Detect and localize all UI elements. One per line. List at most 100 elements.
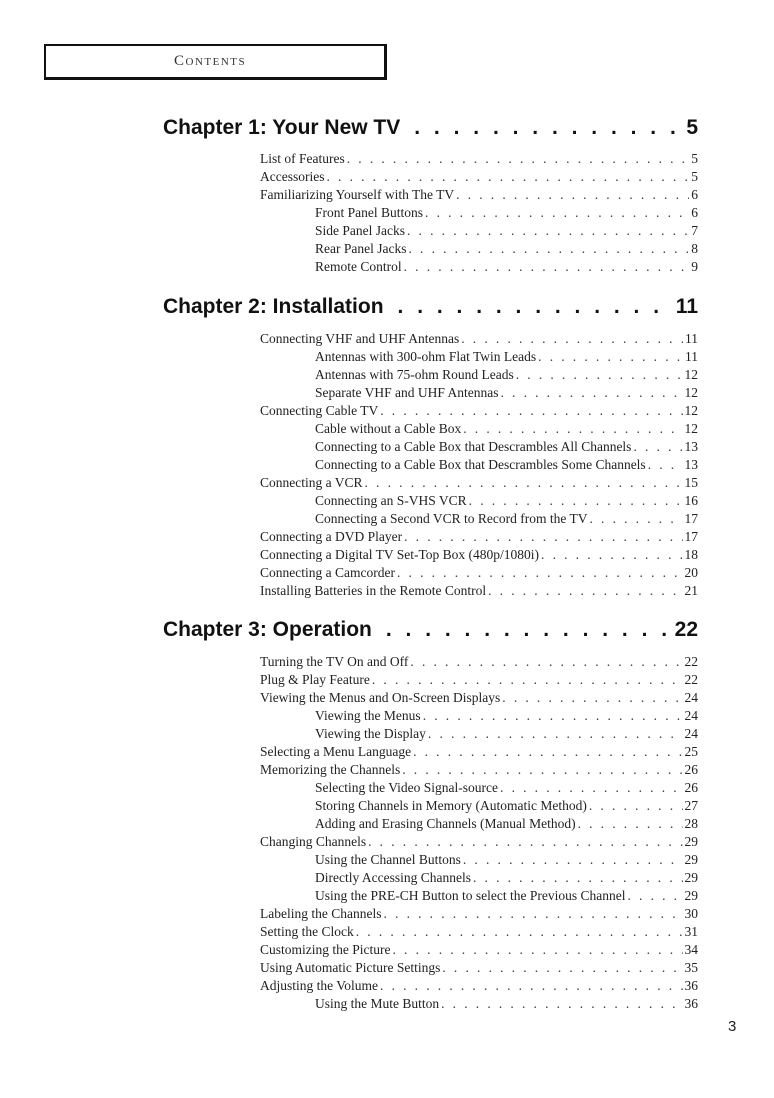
contents-title: Contents: [174, 53, 247, 69]
toc-entry[interactable]: Storing Channels in Memory (Automatic Me…: [315, 797, 698, 815]
toc-entry[interactable]: Viewing the Menus and On-Screen Displays…: [260, 689, 698, 707]
toc-entry[interactable]: Viewing the Display . . . . . . . . . . …: [315, 725, 698, 743]
entry-title: Setting the Clock: [260, 924, 354, 939]
entry-page: 17: [684, 511, 699, 526]
entry-title: Adding and Erasing Channels (Manual Meth…: [315, 816, 576, 831]
entry-title: Connecting to a Cable Box that Descrambl…: [315, 457, 646, 472]
toc-entry[interactable]: Installing Batteries in the Remote Contr…: [260, 582, 698, 600]
entry-page: 29: [684, 870, 699, 885]
dot-leader: . . . . . . . . . . . . . . . . . . . . …: [462, 852, 683, 867]
dot-leader: . . . . . . . . . . . . . . . . . . . . …: [538, 349, 683, 364]
toc-entry[interactable]: Front Panel Buttons . . . . . . . . . . …: [315, 204, 698, 222]
toc-entry[interactable]: Accessories . . . . . . . . . . . . . . …: [260, 168, 698, 186]
dot-leader: . . . . . . . . . . . . . . . . . . . . …: [425, 205, 689, 220]
entry-title: Plug & Play Feature: [260, 672, 370, 687]
entry-title: Connecting to a Cable Box that Descrambl…: [315, 439, 632, 454]
toc-entry[interactable]: Customizing the Picture . . . . . . . . …: [260, 941, 698, 959]
entry-title: Connecting a Camcorder: [260, 565, 395, 580]
toc-entry[interactable]: Connecting VHF and UHF Antennas . . . . …: [260, 330, 698, 348]
entry-page: 5: [691, 169, 698, 184]
entry-title: Viewing the Menus: [315, 708, 421, 723]
entry-title: Antennas with 75-ohm Round Leads: [315, 367, 514, 382]
dot-leader: . . . . . . . . . . . . . . . . . . . . …: [371, 672, 683, 687]
entry-page: 8: [691, 241, 698, 256]
entry-title: Adjusting the Volume: [260, 978, 379, 993]
chapter-heading[interactable]: Chapter 2: Installation . . . . . . . . …: [163, 295, 698, 325]
toc-entry[interactable]: Connecting an S-VHS VCR . . . . . . . . …: [315, 492, 698, 510]
entry-title: Connecting a Digital TV Set-Top Box (480…: [260, 547, 540, 562]
dot-leader: . . . . . . . . . . . . . . . . . . . . …: [396, 565, 683, 580]
dot-leader: . . . . . . . . . . . . . . . . . . . . …: [346, 151, 690, 166]
toc-entry[interactable]: Cable without a Cable Box . . . . . . . …: [315, 420, 698, 438]
toc-entry[interactable]: Using the PRE-CH Button to select the Pr…: [315, 887, 698, 905]
toc-entry[interactable]: Viewing the Menus . . . . . . . . . . . …: [315, 707, 698, 725]
dot-leader: . . . . . . . . . . . . . . . . . . . . …: [456, 187, 689, 202]
toc-entry[interactable]: Connecting a VCR . . . . . . . . . . . .…: [260, 474, 698, 492]
toc-entry[interactable]: Using the Channel Buttons . . . . . . . …: [315, 851, 698, 869]
toc-entry[interactable]: Selecting a Menu Language . . . . . . . …: [260, 743, 698, 761]
toc-entry[interactable]: Selecting the Video Signal-source . . . …: [315, 779, 698, 797]
entry-title: Connecting a DVD Player: [260, 529, 403, 544]
entry-title: Selecting a Menu Language: [260, 744, 412, 759]
dot-leader: . . . . . . . . . . . . . . . . . . . . …: [541, 547, 682, 562]
chapter-heading[interactable]: Chapter 3: Operation . . . . . . . . . .…: [163, 618, 698, 648]
toc-entry[interactable]: Memorizing the Channels . . . . . . . . …: [260, 761, 698, 779]
chapter-page: 5: [686, 116, 698, 139]
toc-entry[interactable]: Using the Mute Button . . . . . . . . . …: [315, 995, 698, 1013]
toc-entry[interactable]: Adjusting the Volume . . . . . . . . . .…: [260, 977, 698, 995]
entry-page: 35: [684, 960, 699, 975]
toc-entry[interactable]: Remote Control . . . . . . . . . . . . .…: [315, 258, 698, 276]
entry-page: 9: [691, 259, 698, 274]
entry-page: 6: [691, 205, 698, 220]
dot-leader: . . . . . . . . . . . . . . . . . . . . …: [577, 816, 683, 831]
entry-page: 26: [684, 762, 699, 777]
dot-leader: . . . . . . . . . . . . . . . . . . . . …: [413, 744, 682, 759]
chapter-3-section: Chapter 3: Operation . . . . . . . . . .…: [163, 618, 698, 1013]
dot-leader: . . . . . . . . . . . . . . . . . . . . …: [392, 942, 683, 957]
entry-page: 29: [684, 852, 699, 867]
entry-page: 36: [684, 978, 699, 993]
entry-title: Viewing the Menus and On-Screen Displays: [260, 690, 501, 705]
toc-entry[interactable]: Adding and Erasing Channels (Manual Meth…: [315, 815, 698, 833]
entry-page: 5: [691, 151, 698, 166]
entry-page: 24: [684, 690, 699, 705]
dot-leader: . . . . . . . . . . . . . . . . . . . . …: [414, 116, 682, 139]
toc-entry[interactable]: Side Panel Jacks . . . . . . . . . . . .…: [315, 222, 698, 240]
toc-entry[interactable]: Connecting a DVD Player . . . . . . . . …: [260, 528, 698, 546]
toc-entry[interactable]: Antennas with 75-ohm Round Leads . . . .…: [315, 366, 698, 384]
toc-entry[interactable]: Connecting Cable TV . . . . . . . . . . …: [260, 402, 698, 420]
toc-entry[interactable]: Labeling the Channels . . . . . . . . . …: [260, 905, 698, 923]
toc-entry[interactable]: Rear Panel Jacks . . . . . . . . . . . .…: [315, 240, 698, 258]
toc-entry[interactable]: Directly Accessing Channels . . . . . . …: [315, 869, 698, 887]
toc-entry[interactable]: Turning the TV On and Off . . . . . . . …: [260, 653, 698, 671]
entry-title: Familiarizing Yourself with The TV: [260, 187, 455, 202]
toc-entry[interactable]: Connecting to a Cable Box that Descrambl…: [315, 456, 698, 474]
chapter-title: Chapter 1: Your New TV: [163, 116, 401, 139]
entry-page: 12: [684, 421, 699, 436]
entry-title: Antennas with 300-ohm Flat Twin Leads: [315, 349, 537, 364]
entry-page: 16: [684, 493, 699, 508]
toc-entry[interactable]: Setting the Clock . . . . . . . . . . . …: [260, 923, 698, 941]
dot-leader: . . . . . . . . . . . . . . . . . . . . …: [463, 421, 682, 436]
toc-entry[interactable]: Connecting a Digital TV Set-Top Box (480…: [260, 546, 698, 564]
dot-leader: . . . . . . . . . . . . . . . . . . . . …: [380, 403, 682, 418]
entry-page: 26: [684, 780, 699, 795]
entry-title: Remote Control: [315, 259, 402, 274]
entry-page: 24: [684, 726, 699, 741]
toc-entry[interactable]: List of Features . . . . . . . . . . . .…: [260, 150, 698, 168]
toc-entry[interactable]: Antennas with 300-ohm Flat Twin Leads . …: [315, 348, 698, 366]
toc-entry[interactable]: Using Automatic Picture Settings . . . .…: [260, 959, 698, 977]
toc-entry[interactable]: Connecting a Camcorder . . . . . . . . .…: [260, 564, 698, 582]
chapter-heading[interactable]: Chapter 1: Your New TV . . . . . . . . .…: [163, 116, 698, 146]
toc-entry[interactable]: Familiarizing Yourself with The TV . . .…: [260, 186, 698, 204]
entry-page: 28: [684, 816, 699, 831]
toc-entry[interactable]: Connecting a Second VCR to Record from t…: [315, 510, 698, 528]
chapter-2-section: Chapter 2: Installation . . . . . . . . …: [163, 295, 698, 600]
toc-entry[interactable]: Plug & Play Feature . . . . . . . . . . …: [260, 671, 698, 689]
entry-page: 6: [691, 187, 698, 202]
toc-entry[interactable]: Separate VHF and UHF Antennas . . . . . …: [315, 384, 698, 402]
toc-entry[interactable]: Connecting to a Cable Box that Descrambl…: [315, 438, 698, 456]
dot-leader: . . . . . . . . . . . . . . . . . . . . …: [403, 259, 690, 274]
entry-title: Using the PRE-CH Button to select the Pr…: [315, 888, 626, 903]
toc-entry[interactable]: Changing Channels . . . . . . . . . . . …: [260, 833, 698, 851]
